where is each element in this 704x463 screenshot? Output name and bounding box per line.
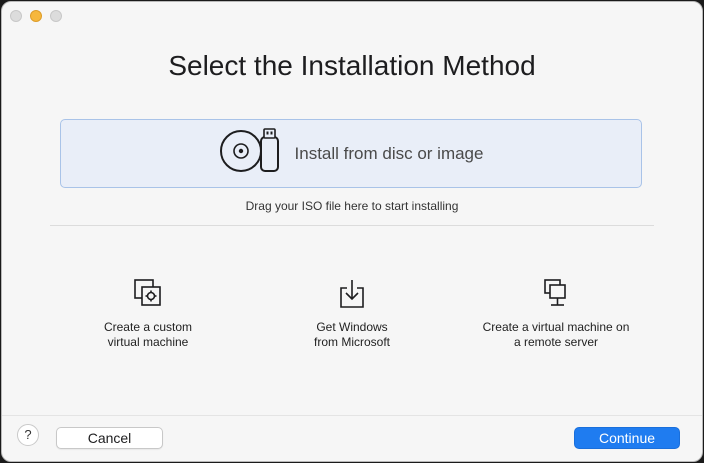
help-button[interactable]: ? xyxy=(17,424,39,446)
cancel-button[interactable]: Cancel xyxy=(56,427,163,449)
page-title: Select the Installation Method xyxy=(168,50,536,81)
close-window-button[interactable] xyxy=(10,10,22,22)
footer-divider xyxy=(2,415,702,416)
installation-options: Create a custom virtual machine Get Wind… xyxy=(2,278,702,368)
divider xyxy=(50,225,654,226)
option-label-line1: Get Windows xyxy=(316,320,388,334)
install-from-disc-dropzone[interactable]: Install from disc or image xyxy=(60,119,642,188)
option-label-line1: Create a custom xyxy=(103,320,193,334)
window-controls xyxy=(10,10,62,22)
option-label-line2: virtual machine xyxy=(107,335,189,349)
installation-window: Select the Installation Method Install f… xyxy=(1,1,703,462)
create-custom-vm-option[interactable]: Create a custom virtual machine xyxy=(38,278,258,350)
zoom-window-button[interactable] xyxy=(50,10,62,22)
get-windows-option[interactable]: Get Windows from Microsoft xyxy=(242,278,462,350)
option-label-line1: Create a virtual machine on xyxy=(482,320,630,334)
option-label-line2: a remote server xyxy=(513,335,599,349)
disc-usb-icon xyxy=(219,125,283,182)
continue-button[interactable]: Continue xyxy=(574,427,680,449)
minimize-window-button[interactable] xyxy=(30,10,42,22)
dropzone-hint: Drag your ISO file here to start install… xyxy=(245,199,459,213)
option-label-line2: from Microsoft xyxy=(313,335,390,349)
download-icon xyxy=(242,278,462,310)
remote-server-icon xyxy=(446,278,666,310)
custom-vm-icon xyxy=(38,278,258,310)
remote-server-vm-option[interactable]: Create a virtual machine on a remote ser… xyxy=(446,278,666,350)
dropzone-label: Install from disc or image xyxy=(294,143,484,163)
